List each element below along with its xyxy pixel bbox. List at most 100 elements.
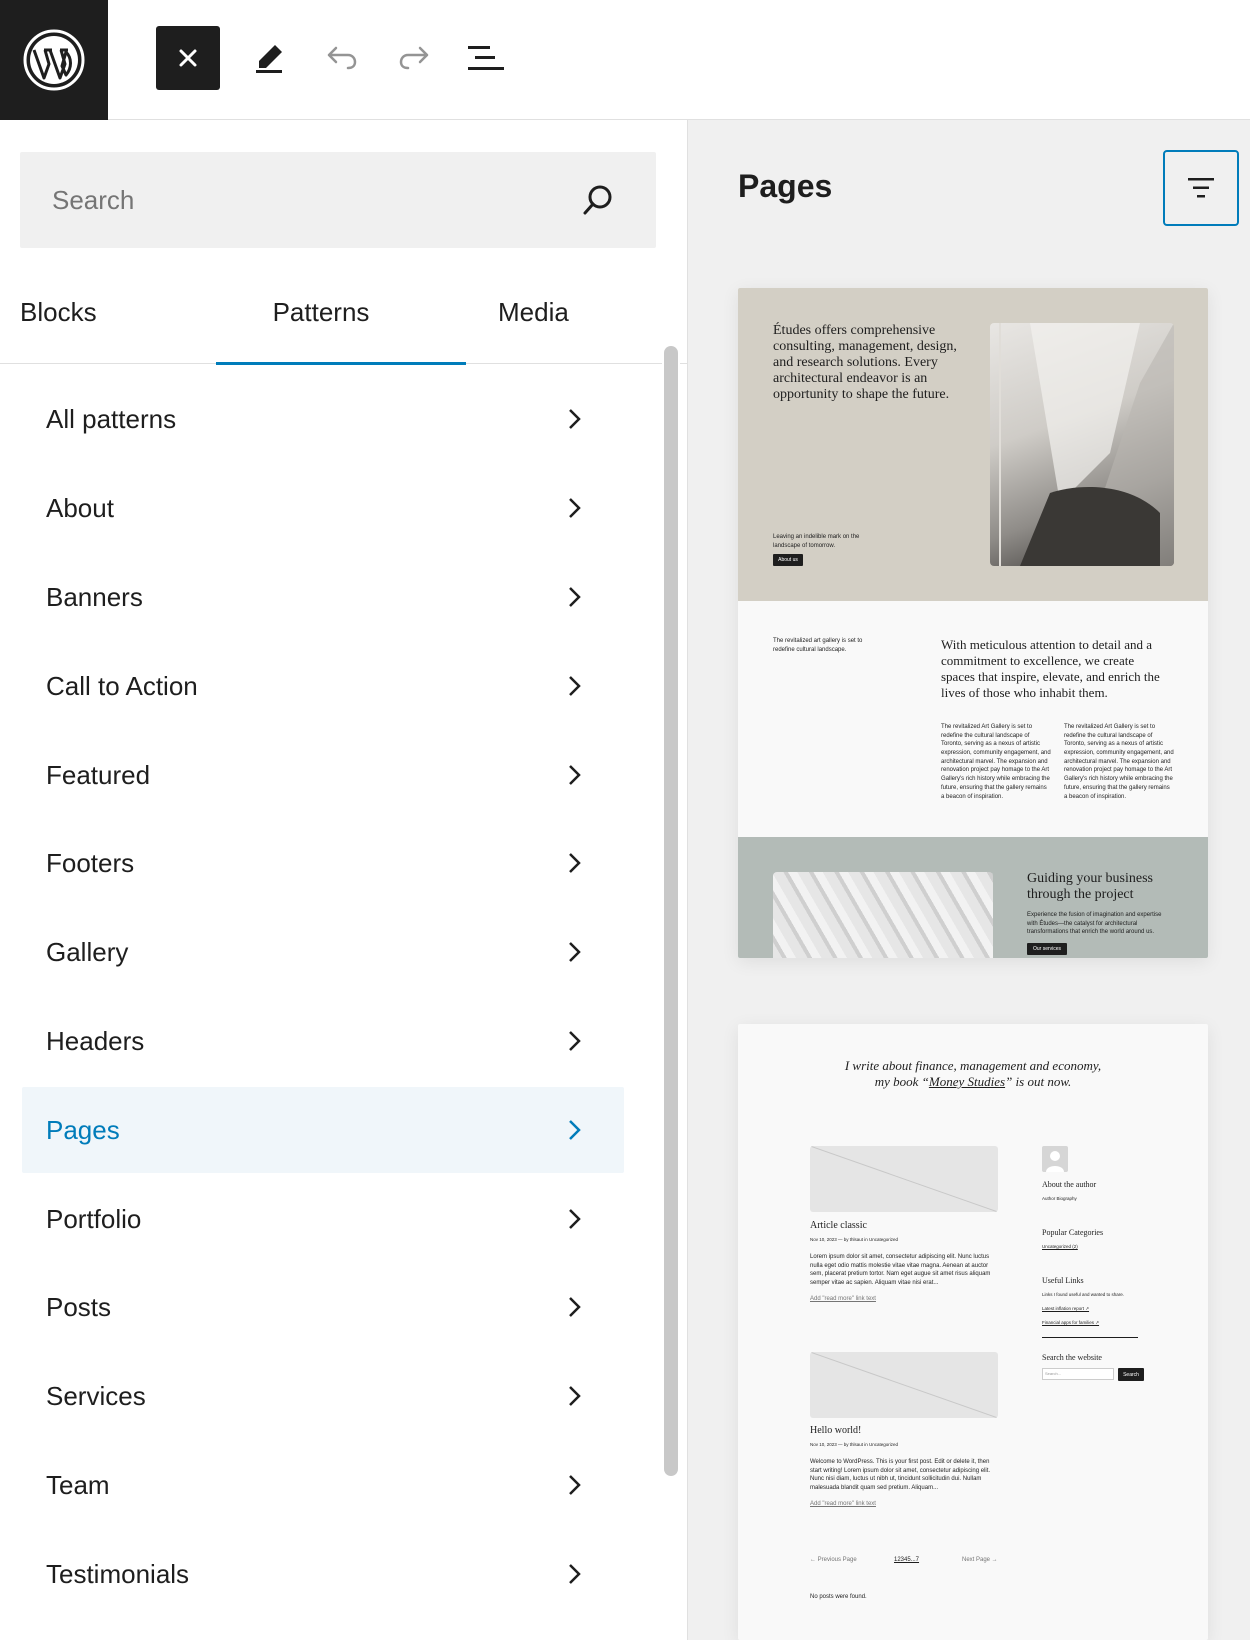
category-about[interactable]: About bbox=[22, 465, 624, 551]
intro-quote: With meticulous attention to detail and … bbox=[941, 637, 1160, 700]
chevron-right-icon bbox=[569, 942, 581, 962]
author-biography: Author Biography bbox=[1042, 1196, 1077, 1201]
category-list-scroll-thumb[interactable] bbox=[664, 346, 678, 1476]
our-services-button: Our services bbox=[1027, 943, 1067, 955]
intro-left-text: The revitalized art gallery is set to re… bbox=[773, 638, 863, 653]
filter-button[interactable] bbox=[1163, 150, 1239, 226]
chevron-right-icon bbox=[569, 498, 581, 518]
category-gallery[interactable]: Gallery bbox=[22, 909, 624, 995]
chevron-right-icon bbox=[569, 765, 581, 785]
wordpress-logo-icon bbox=[23, 29, 85, 91]
about-author-title: About the author bbox=[1042, 1180, 1097, 1189]
category-featured[interactable]: Featured bbox=[22, 732, 624, 818]
useful-links-text: Links I found useful and wanted to share… bbox=[1042, 1292, 1125, 1297]
wordpress-logo[interactable] bbox=[0, 0, 108, 120]
search-icon[interactable] bbox=[580, 182, 616, 218]
post-1-read-more: Add "read more" link text bbox=[810, 1296, 876, 1302]
hero-image bbox=[990, 323, 1174, 566]
category-testimonials[interactable]: Testimonials bbox=[22, 1531, 624, 1617]
preview-panel-title: Pages bbox=[738, 168, 833, 204]
category-services[interactable]: Services bbox=[22, 1353, 624, 1439]
chevron-right-icon bbox=[569, 1297, 581, 1317]
category-banners[interactable]: Banners bbox=[22, 554, 624, 640]
edit-tool-button[interactable] bbox=[238, 26, 302, 90]
category-label: Headers bbox=[46, 1025, 145, 1056]
post-1-title: Article classic bbox=[810, 1220, 867, 1231]
services-image bbox=[773, 872, 993, 958]
category-headers[interactable]: Headers bbox=[22, 998, 624, 1084]
category-label: Portfolio bbox=[46, 1203, 142, 1234]
hero-small-text: Leaving an indelible mark on the landsca… bbox=[773, 534, 860, 549]
chevron-right-icon bbox=[569, 1386, 581, 1406]
pattern-preview-card-1[interactable]: Études offers comprehensive consulting, … bbox=[738, 288, 1208, 958]
close-icon bbox=[179, 49, 197, 67]
sidebar-search-input: Search... bbox=[1042, 1368, 1114, 1380]
useful-link-2: Financial apps for families ↗ bbox=[1042, 1320, 1100, 1325]
author-intro-quote: I write about finance, management and ec… bbox=[844, 1058, 1102, 1089]
sidebar-divider bbox=[1042, 1337, 1138, 1338]
chevron-right-icon bbox=[569, 1031, 581, 1051]
close-inserter-button[interactable] bbox=[156, 26, 220, 90]
chevron-right-icon bbox=[569, 409, 581, 429]
list-view-button[interactable] bbox=[454, 26, 518, 90]
about-us-button: About us bbox=[773, 554, 803, 566]
sidebar-search-button: Search bbox=[1118, 1368, 1144, 1381]
services-text: Experience the fusion of imagination and… bbox=[1027, 912, 1162, 936]
intro-column-2: The revitalized Art Gallery is set to re… bbox=[1064, 724, 1174, 800]
chevron-right-icon bbox=[569, 853, 581, 873]
no-posts-message: No posts were found. bbox=[810, 1594, 867, 1600]
category-portfolio[interactable]: Portfolio bbox=[22, 1176, 624, 1262]
category-label: Posts bbox=[46, 1291, 112, 1322]
category-posts[interactable]: Posts bbox=[22, 1264, 624, 1350]
post-1-excerpt: Lorem ipsum dolor sit amet, consectetur … bbox=[810, 1254, 991, 1287]
block-inserter-panel: Blocks Patterns Media All patterns About… bbox=[0, 120, 688, 1640]
intro-section: The revitalized art gallery is set to re… bbox=[738, 601, 1208, 837]
category-label: Gallery bbox=[46, 936, 129, 967]
pattern-preview-card-2[interactable]: I write about finance, management and ec… bbox=[738, 1024, 1208, 1640]
intro-column-1: The revitalized Art Gallery is set to re… bbox=[941, 724, 1051, 800]
category-label: Team bbox=[46, 1469, 110, 1500]
list-view-icon bbox=[468, 46, 504, 70]
chevron-right-icon bbox=[569, 1564, 581, 1584]
post-1-meta: Nov 10, 2023 — by thlsaut in Uncategoriz… bbox=[810, 1237, 899, 1242]
category-label: Call to Action bbox=[46, 670, 198, 701]
next-page-link: Next Page → bbox=[962, 1557, 998, 1563]
category-label: Banners bbox=[46, 581, 143, 612]
category-label: Services bbox=[46, 1380, 146, 1411]
popular-categories-title: Popular Categories bbox=[1042, 1228, 1104, 1237]
previous-page-link: ← Previous Page bbox=[810, 1557, 857, 1563]
tab-media[interactable]: Media bbox=[498, 260, 569, 364]
chevron-right-icon bbox=[569, 587, 581, 607]
search-input[interactable] bbox=[20, 152, 580, 248]
post-1-image-placeholder bbox=[810, 1146, 998, 1212]
services-section: Guiding your business through the projec… bbox=[738, 837, 1208, 958]
undo-button[interactable] bbox=[310, 26, 374, 90]
category-all-patterns[interactable]: All patterns bbox=[22, 376, 624, 462]
post-2-image-placeholder bbox=[810, 1352, 998, 1418]
category-pages[interactable]: Pages bbox=[22, 1087, 624, 1173]
category-label: Pages bbox=[46, 1114, 120, 1145]
category-label: About bbox=[46, 492, 114, 523]
tab-patterns[interactable]: Patterns bbox=[216, 260, 466, 365]
tab-blocks[interactable]: Blocks bbox=[20, 260, 97, 364]
category-footers[interactable]: Footers bbox=[22, 820, 624, 906]
undo-icon bbox=[327, 46, 357, 70]
post-2-meta: Nov 10, 2023 — by thlsaut in Uncategoriz… bbox=[810, 1442, 899, 1447]
author-avatar bbox=[1042, 1146, 1068, 1172]
chevron-right-icon bbox=[569, 1120, 581, 1140]
chevron-right-icon bbox=[569, 676, 581, 696]
useful-links-title: Useful Links bbox=[1042, 1276, 1084, 1285]
hero-section: Études offers comprehensive consulting, … bbox=[738, 288, 1208, 601]
services-title: Guiding your business through the projec… bbox=[1027, 871, 1153, 902]
category-label: Featured bbox=[46, 759, 151, 790]
category-label: All patterns bbox=[46, 403, 177, 434]
useful-link-1: Latest inflation report ↗ bbox=[1042, 1306, 1090, 1311]
post-2-read-more: Add "read more" link text bbox=[810, 1501, 876, 1507]
category-link: Uncategorized (2) bbox=[1042, 1244, 1078, 1249]
category-call-to-action[interactable]: Call to Action bbox=[22, 643, 624, 729]
redo-button[interactable] bbox=[382, 26, 446, 90]
editor-toolbar bbox=[0, 0, 1250, 120]
category-team[interactable]: Team bbox=[22, 1442, 624, 1528]
chevron-right-icon bbox=[569, 1209, 581, 1229]
redo-icon bbox=[399, 46, 429, 70]
